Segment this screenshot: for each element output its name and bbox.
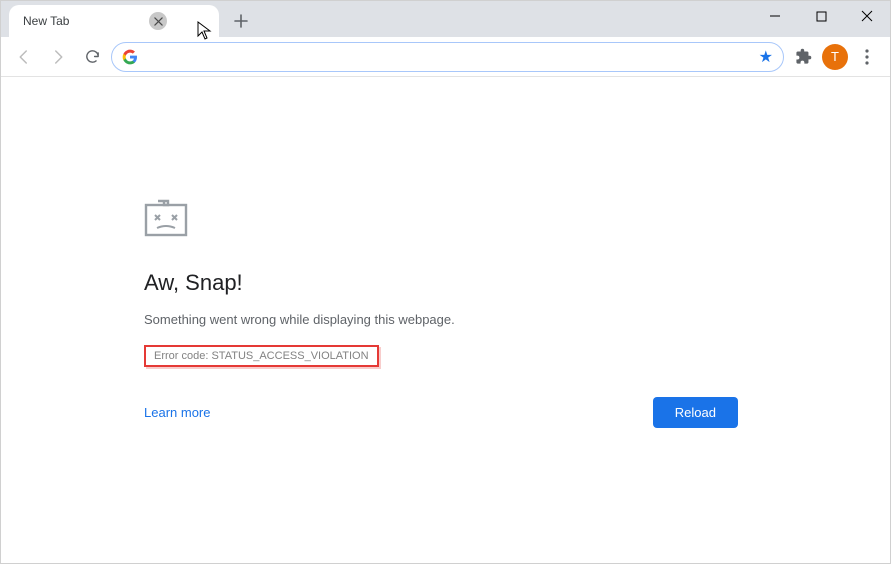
error-actions: Learn more Reload xyxy=(144,397,738,428)
error-code: Error code: STATUS_ACCESS_VIOLATION xyxy=(144,345,379,367)
back-button[interactable] xyxy=(9,42,39,72)
forward-button[interactable] xyxy=(43,42,73,72)
window-controls xyxy=(752,1,890,37)
menu-button[interactable] xyxy=(852,42,882,72)
tab-title: New Tab xyxy=(23,14,69,28)
error-page: Aw, Snap! Something went wrong while dis… xyxy=(144,197,744,428)
address-bar[interactable]: ★ xyxy=(111,42,784,72)
page-content: Aw, Snap! Something went wrong while dis… xyxy=(1,77,890,563)
maximize-button[interactable] xyxy=(798,1,844,31)
learn-more-link[interactable]: Learn more xyxy=(144,405,210,420)
tab-strip: New Tab xyxy=(1,1,890,37)
browser-window: New Tab ★ T xyxy=(0,0,891,564)
sad-folder-icon xyxy=(144,197,188,237)
close-window-button[interactable] xyxy=(844,1,890,31)
reload-toolbar-button[interactable] xyxy=(77,42,107,72)
bookmark-star-icon[interactable]: ★ xyxy=(759,47,773,67)
error-message: Something went wrong while displaying th… xyxy=(144,312,744,327)
profile-avatar[interactable]: T xyxy=(822,44,848,70)
browser-tab[interactable]: New Tab xyxy=(9,5,219,37)
toolbar: ★ T xyxy=(1,37,890,77)
minimize-button[interactable] xyxy=(752,1,798,31)
profile-initial: T xyxy=(831,49,839,64)
close-tab-button[interactable] xyxy=(149,12,167,30)
url-input[interactable] xyxy=(146,49,751,65)
extensions-button[interactable] xyxy=(788,42,818,72)
new-tab-button[interactable] xyxy=(227,7,255,35)
reload-button[interactable]: Reload xyxy=(653,397,738,428)
error-title: Aw, Snap! xyxy=(144,270,744,296)
google-icon xyxy=(122,49,138,65)
